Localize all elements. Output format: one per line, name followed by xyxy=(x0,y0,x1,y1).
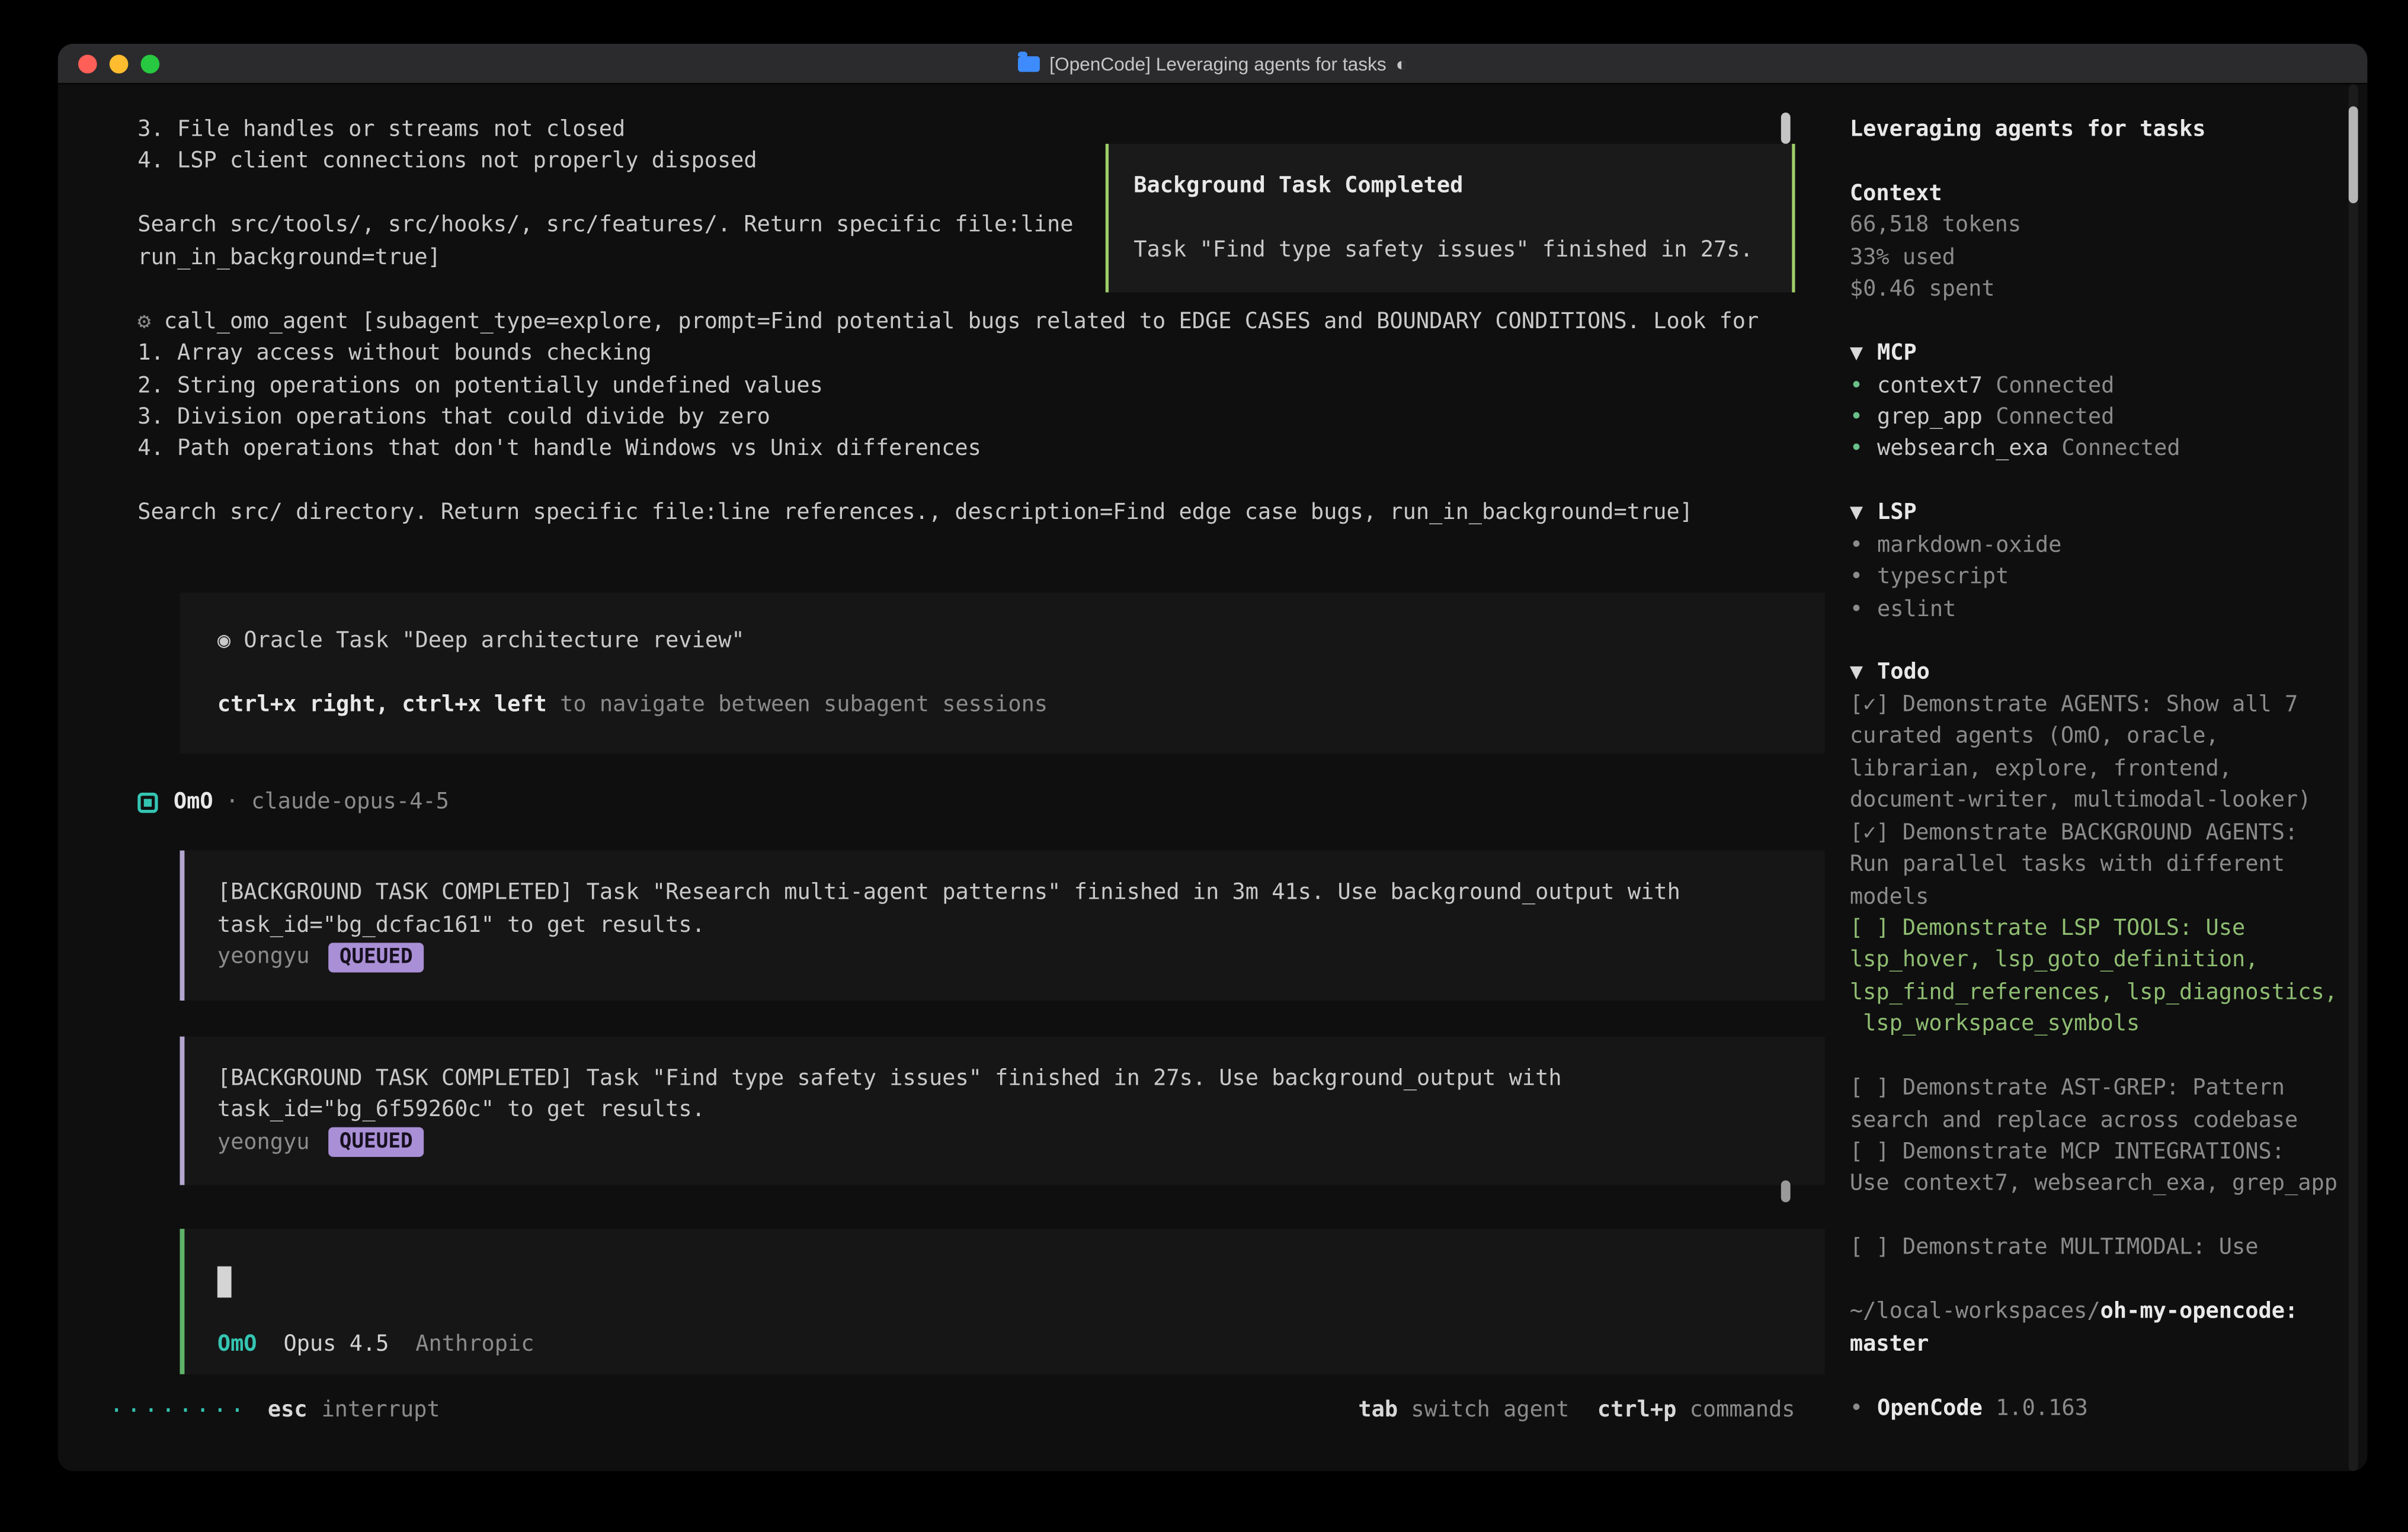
chat-area: 3. File handles or streams not closed 4.… xyxy=(58,85,1825,1472)
minimize-button[interactable] xyxy=(110,54,129,73)
todo-item: [ ] Demonstrate AST-GREP: Pattern search… xyxy=(1850,1073,2368,1137)
toast-title: Background Task Completed xyxy=(1133,171,1767,203)
task-message-line: task_id="bg_dcfac161" to get results. xyxy=(217,910,1814,942)
context-spent: $0.46 spent xyxy=(1850,274,2368,306)
spinner-dots: ········ xyxy=(110,1396,248,1424)
tool-call-line: 4. Path operations that don't handle Win… xyxy=(137,434,1824,466)
input-footer: OmO Opus 4.5 Anthropic xyxy=(217,1329,1825,1361)
bullet-icon: • xyxy=(1850,373,1863,398)
text-cursor xyxy=(217,1267,232,1298)
mcp-section-header[interactable]: ▼MCP xyxy=(1850,338,2368,370)
esc-key-label: interrupt xyxy=(321,1398,440,1422)
input-model-name: Opus 4.5 xyxy=(283,1329,389,1361)
context-heading: Context xyxy=(1850,181,1942,206)
half-circle-icon: ◐ xyxy=(1396,52,1407,74)
close-button[interactable] xyxy=(78,54,97,73)
bullet-icon: • xyxy=(1850,1395,1863,1420)
traffic-lights xyxy=(78,54,159,73)
folder-icon xyxy=(1018,56,1040,71)
chevron-down-icon: ▼ xyxy=(1850,341,1863,366)
todo-item-active: [ ] Demonstrate LSP TOOLS: Use lsp_hover… xyxy=(1850,913,2368,1041)
bullet-icon: • xyxy=(1850,597,1863,621)
todo-item: [✓] Demonstrate BACKGROUND AGENTS: Run p… xyxy=(1850,817,2368,913)
task-message-line: task_id="bg_6f59260c" to get results. xyxy=(217,1095,1814,1127)
lsp-item: •typescript xyxy=(1850,562,2368,594)
terminal-line: 3. File handles or streams not closed xyxy=(137,114,1824,146)
sidebar-scrollbar-track[interactable] xyxy=(2349,85,2358,1472)
screen: [OpenCode] Leveraging agents for tasks◐ … xyxy=(0,0,2408,1532)
background-task-toast: Background Task Completed Task "Find typ… xyxy=(1106,144,1795,293)
context-tokens: 66,518 tokens xyxy=(1850,210,2368,242)
hint-text: to navigate between subagent sessions xyxy=(547,692,1048,717)
app-version: •OpenCode 1.0.163 xyxy=(1850,1392,2368,1424)
window-title: [OpenCode] Leveraging agents for tasks ◐ xyxy=(58,44,2368,83)
oracle-task-title: ◉ Oracle Task "Deep architecture review" xyxy=(217,625,1810,657)
todo-section-header[interactable]: ▼Todo xyxy=(1850,658,2368,690)
sidebar: Leveraging agents for tasks Context 66,5… xyxy=(1825,85,2368,1472)
dot-separator: · xyxy=(226,790,239,815)
input-provider-name: Anthropic xyxy=(415,1329,534,1361)
mcp-item: •websearch_exa Connected xyxy=(1850,434,2368,466)
tool-call-line: Search src/ directory. Return specific f… xyxy=(137,498,1824,530)
zoom-button[interactable] xyxy=(141,54,160,73)
bullet-icon: • xyxy=(1850,565,1863,589)
workspace-path: ~/local-workspaces/oh-my-opencode: xyxy=(1850,1296,2368,1328)
mcp-item: •grep_app Connected xyxy=(1850,402,2368,434)
scrollbar-thumb[interactable] xyxy=(1781,1180,1791,1202)
task-author: yeongyu xyxy=(217,1127,310,1159)
task-author: yeongyu xyxy=(217,942,310,974)
lsp-section-header[interactable]: ▼LSP xyxy=(1850,498,2368,530)
oracle-icon: ◉ xyxy=(217,628,230,653)
window-title-text: [OpenCode] Leveraging agents for tasks xyxy=(1049,52,1386,74)
tool-call-line: 1. Array access without bounds checking xyxy=(137,338,1824,370)
tool-call-line: 3. Division operations that could divide… xyxy=(137,402,1824,434)
mcp-item: •context7 Connected xyxy=(1850,370,2368,402)
tool-call-line xyxy=(137,466,1824,498)
task-message-line: [BACKGROUND TASK COMPLETED] Task "Find t… xyxy=(217,1063,1814,1095)
context-used: 33% used xyxy=(1850,242,2368,274)
gear-icon: ⚙ xyxy=(137,309,150,334)
input-agent-name: OmO xyxy=(217,1329,257,1361)
tab-key-hint: tab switch agent xyxy=(1358,1398,1569,1422)
prompt-input[interactable]: OmO Opus 4.5 Anthropic xyxy=(180,1229,1824,1373)
agent-model: claude-opus-4-5 xyxy=(251,790,449,815)
sidebar-scrollbar-thumb[interactable] xyxy=(2349,106,2358,203)
git-branch: master xyxy=(1850,1331,1929,1356)
tool-call-text: call_omo_agent [subagent_type=explore, p… xyxy=(164,309,1759,334)
bullet-icon: • xyxy=(1850,405,1863,430)
hint-keys: ctrl+x right, ctrl+x left xyxy=(217,692,547,717)
task-message-line: [BACKGROUND TASK COMPLETED] Task "Resear… xyxy=(217,878,1814,910)
chevron-down-icon: ▼ xyxy=(1850,661,1863,685)
oracle-hint: ctrl+x right, ctrl+x left to navigate be… xyxy=(217,689,1810,721)
bullet-icon: • xyxy=(1850,437,1863,461)
session-title: Leveraging agents for tasks xyxy=(1850,117,2206,142)
lsp-item: •markdown-oxide xyxy=(1850,530,2368,562)
oracle-task-panel: ◉ Oracle Task "Deep architecture review"… xyxy=(180,592,1824,754)
esc-key-hint: esc xyxy=(268,1398,308,1422)
background-task-message: [BACKGROUND TASK COMPLETED] Task "Resear… xyxy=(180,851,1824,1001)
bullet-icon: • xyxy=(1850,533,1863,557)
titlebar: [OpenCode] Leveraging agents for tasks ◐ xyxy=(58,44,2368,85)
tool-call-line: 2. String operations on potentially unde… xyxy=(137,370,1824,402)
background-task-message: [BACKGROUND TASK COMPLETED] Task "Find t… xyxy=(180,1036,1824,1185)
toast-body: Task "Find type safety issues" finished … xyxy=(1133,235,1767,267)
status-bar: ········ esc interrupt tab switch agent … xyxy=(110,1394,1795,1426)
omo-agent-icon xyxy=(137,792,158,812)
todo-item: [✓] Demonstrate AGENTS: Show all 7 curat… xyxy=(1850,689,2368,817)
todo-item: [ ] Demonstrate MULTIMODAL: Use xyxy=(1850,1232,2368,1264)
todo-item: [ ] Demonstrate MCP INTEGRATIONS: Use co… xyxy=(1850,1137,2368,1201)
status-badge: QUEUED xyxy=(328,943,424,972)
chevron-down-icon: ▼ xyxy=(1850,501,1863,525)
scrollbar-thumb[interactable] xyxy=(1781,113,1791,144)
agent-name: OmO xyxy=(174,790,213,815)
lsp-item: •eslint xyxy=(1850,594,2368,626)
agent-header: OmO · claude-opus-4-5 xyxy=(137,786,1824,818)
tool-call-header: ⚙ call_omo_agent [subagent_type=explore,… xyxy=(137,306,1824,338)
commands-key-hint: ctrl+p commands xyxy=(1597,1398,1795,1422)
opencode-window: [OpenCode] Leveraging agents for tasks◐ … xyxy=(58,44,2368,1471)
status-badge: QUEUED xyxy=(328,1128,424,1158)
